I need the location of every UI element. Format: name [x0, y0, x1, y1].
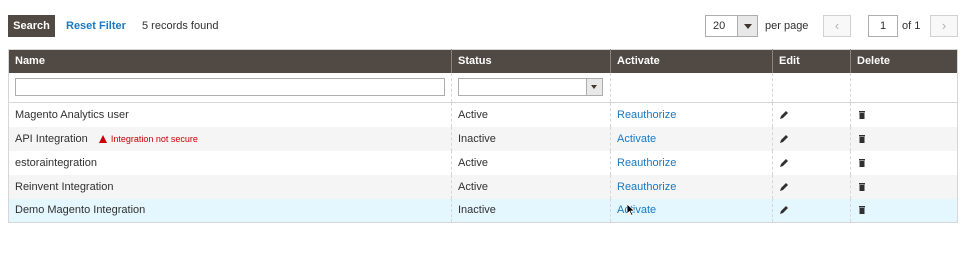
per-page-label: per page: [765, 20, 809, 32]
search-button[interactable]: Search: [8, 15, 55, 37]
chevron-down-icon: [591, 85, 597, 90]
integration-name: estoraintegration: [8, 150, 452, 175]
trash-icon[interactable]: [857, 158, 867, 168]
next-page-button[interactable]: ›: [930, 15, 958, 37]
pencil-icon[interactable]: [779, 182, 789, 192]
integration-name: Reinvent Integration: [8, 174, 452, 199]
column-header-status[interactable]: Status: [451, 49, 611, 73]
trash-icon[interactable]: [857, 134, 867, 144]
table-row[interactable]: Magento Analytics user Active Reauthoriz…: [8, 102, 958, 127]
column-header-name[interactable]: Name: [8, 49, 452, 73]
column-header-delete: Delete: [850, 49, 958, 73]
integration-name: Demo Magento Integration: [8, 198, 452, 223]
pencil-icon[interactable]: [779, 134, 789, 144]
integration-status: Active: [451, 150, 611, 175]
filter-row: [8, 72, 958, 103]
pencil-icon[interactable]: [779, 110, 789, 120]
reauthorize-link[interactable]: Reauthorize: [617, 157, 676, 169]
warning-triangle-icon: [98, 134, 107, 143]
records-count: 5 records found: [142, 20, 219, 32]
per-page-value: 20: [713, 20, 726, 32]
reset-filter-link[interactable]: Reset Filter: [66, 20, 126, 32]
integration-name: API Integration: [15, 132, 88, 145]
activate-link[interactable]: Activate: [617, 133, 656, 145]
status-filter-toggle[interactable]: [586, 79, 602, 96]
previous-page-button[interactable]: ‹: [823, 15, 851, 37]
table-row[interactable]: estoraintegration Active Reauthorize: [8, 150, 958, 175]
grid-header-row: Name Status Activate Edit Delete: [8, 49, 958, 73]
page-total: of 1: [902, 20, 921, 32]
per-page-select[interactable]: 20: [705, 15, 758, 37]
trash-icon[interactable]: [857, 182, 867, 192]
trash-icon[interactable]: [857, 110, 867, 120]
integration-name: Magento Analytics user: [8, 102, 452, 127]
reauthorize-link[interactable]: Reauthorize: [617, 181, 676, 193]
integration-status: Inactive: [451, 198, 611, 223]
per-page-dropdown-toggle[interactable]: [737, 16, 757, 36]
status-filter-select[interactable]: [458, 78, 603, 97]
integration-warning: Integration not secure: [98, 133, 198, 144]
integration-status: Inactive: [451, 126, 611, 151]
column-header-edit: Edit: [772, 49, 851, 73]
table-row[interactable]: Reinvent Integration Active Reauthorize: [8, 174, 958, 199]
activate-link[interactable]: Activate: [617, 204, 656, 216]
integration-status: Active: [451, 174, 611, 199]
chevron-down-icon: [744, 24, 752, 29]
table-row[interactable]: Demo Magento Integration Inactive Activa…: [8, 198, 958, 223]
integrations-grid: Name Status Activate Edit Delete Magento…: [8, 49, 958, 223]
name-filter-input[interactable]: [15, 78, 445, 97]
integration-status: Active: [451, 102, 611, 127]
column-header-activate: Activate: [610, 49, 773, 73]
page-number-input[interactable]: [868, 15, 898, 37]
pencil-icon[interactable]: [779, 205, 789, 215]
mouse-pointer-icon: [627, 204, 636, 216]
reauthorize-link[interactable]: Reauthorize: [617, 109, 676, 121]
trash-icon[interactable]: [857, 205, 867, 215]
grid-toolbar: Search Reset Filter 5 records found 20 p…: [8, 15, 960, 37]
warning-text: Integration not secure: [110, 133, 198, 144]
table-row[interactable]: API Integration Integration not secure I…: [8, 126, 958, 151]
pencil-icon[interactable]: [779, 158, 789, 168]
